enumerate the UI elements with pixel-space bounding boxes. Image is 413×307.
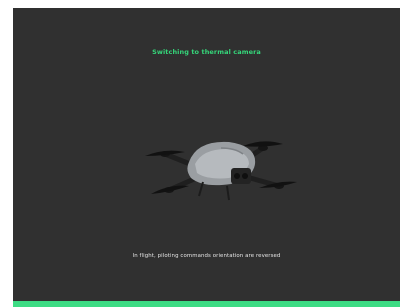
drone-icon [131, 118, 301, 218]
thermal-switch-screen: Switching to thermal camera In flight, p… [13, 8, 400, 307]
progress-fill [13, 301, 400, 307]
piloting-notice: In flight, piloting commands orientation… [132, 253, 281, 259]
progress-bar [13, 301, 400, 307]
status-title: Switching to thermal camera [152, 48, 261, 56]
app-frame: Switching to thermal camera In flight, p… [0, 0, 413, 307]
